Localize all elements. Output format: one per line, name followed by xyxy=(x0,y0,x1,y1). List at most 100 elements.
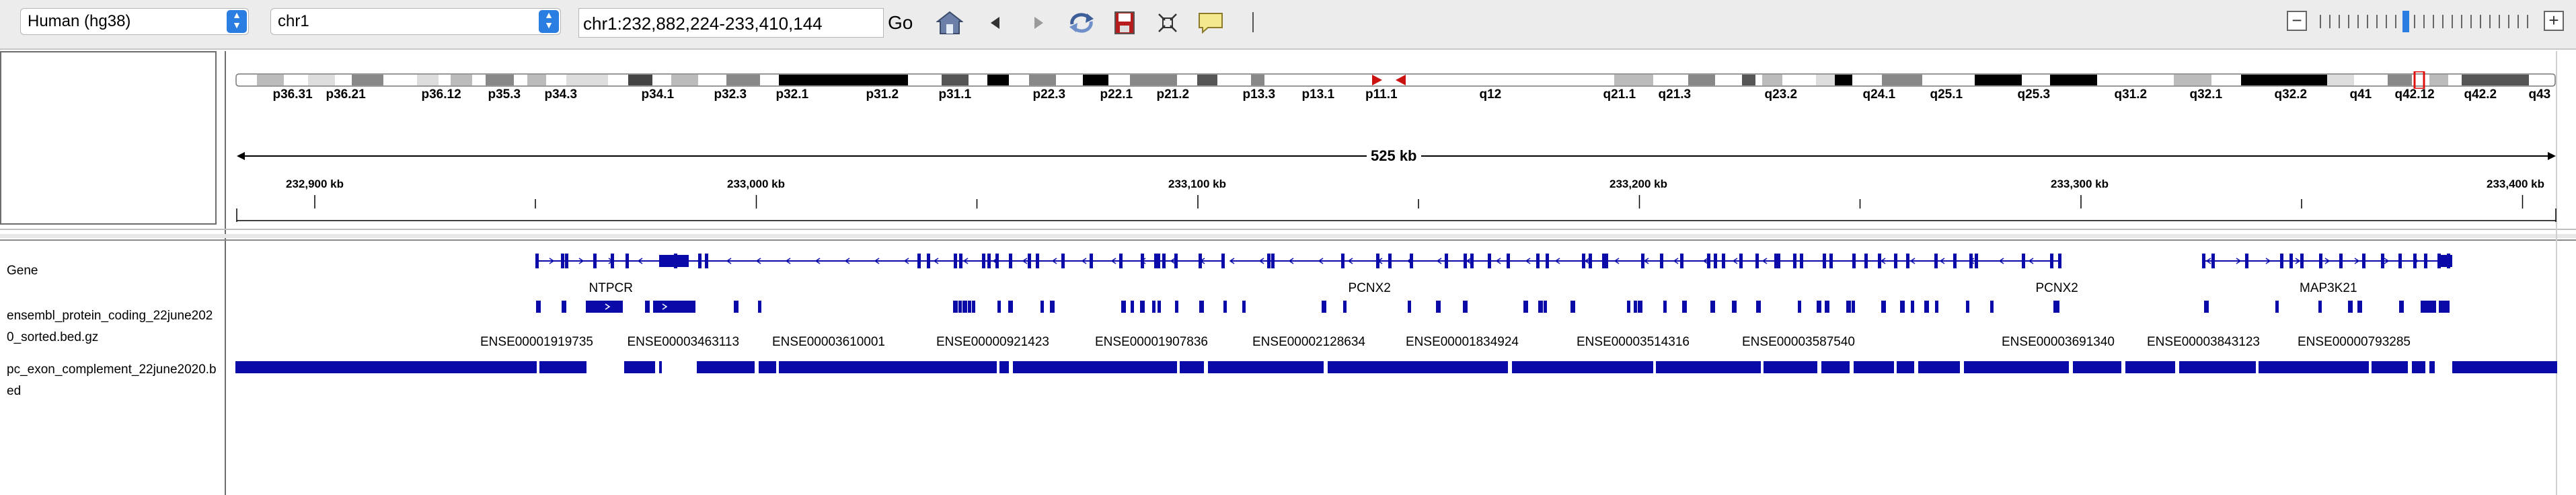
ensembl-exon[interactable] xyxy=(1463,301,1468,313)
gene-exon[interactable] xyxy=(1464,254,1467,268)
complement-segment[interactable] xyxy=(2125,361,2175,373)
ensembl-exon[interactable] xyxy=(2348,301,2353,313)
ensembl-exon-wide[interactable] xyxy=(655,301,695,313)
gene-exon[interactable] xyxy=(1141,254,1144,268)
complement-segment[interactable] xyxy=(1897,361,1914,373)
gene-exon[interactable] xyxy=(2381,254,2384,268)
home-icon[interactable] xyxy=(935,9,964,36)
gene-exon[interactable] xyxy=(1445,254,1448,268)
complement-segment[interactable] xyxy=(2073,361,2121,373)
complement-segment[interactable] xyxy=(759,361,776,373)
zoom-out-button[interactable]: − xyxy=(2287,11,2307,31)
locus-input[interactable]: chr1:232,882,224-233,410,144 xyxy=(578,8,884,38)
complement-segment[interactable] xyxy=(2452,361,2557,373)
gene-exon[interactable] xyxy=(1829,254,1833,268)
gene-exon[interactable] xyxy=(1546,254,1549,268)
ensembl-exon[interactable] xyxy=(1008,301,1013,313)
gene-exon[interactable] xyxy=(1953,254,1957,268)
gene-exon[interactable] xyxy=(1589,254,1592,268)
ensembl-exon[interactable] xyxy=(2318,301,2322,313)
gene-exon[interactable] xyxy=(987,254,991,268)
ensembl-exon[interactable] xyxy=(1223,301,1227,313)
gene-exon[interactable] xyxy=(565,254,568,268)
complement-segment[interactable] xyxy=(235,361,537,373)
ensembl-exon[interactable] xyxy=(1121,301,1126,313)
ensembl-exon[interactable] xyxy=(1634,301,1637,313)
ensembl-exon[interactable] xyxy=(1881,301,1886,313)
complement-segment[interactable] xyxy=(1512,361,1653,373)
gene-exon[interactable] xyxy=(1823,254,1826,268)
gene-exon[interactable] xyxy=(1852,254,1856,268)
gene-exon[interactable] xyxy=(705,254,708,268)
complement-segment[interactable] xyxy=(2372,361,2408,373)
gene-exon[interactable] xyxy=(1969,254,1973,268)
zoom-widget[interactable]: − + xyxy=(2287,9,2569,36)
chromosome-dropdown-arrow-icon[interactable]: ▲ ▼ xyxy=(539,10,559,33)
ensembl-exon[interactable] xyxy=(1846,301,1851,313)
gene-exon[interactable] xyxy=(1641,254,1644,268)
gene-exon[interactable] xyxy=(917,254,921,268)
gene-exon[interactable] xyxy=(1707,254,1710,268)
gene-exon[interactable] xyxy=(1157,254,1160,268)
ensembl-exon[interactable] xyxy=(2275,301,2279,313)
save-svg-icon[interactable] xyxy=(1110,9,1139,36)
ensembl-exon[interactable] xyxy=(536,301,541,313)
ensembl-exon[interactable] xyxy=(1131,301,1134,313)
complement-segment[interactable] xyxy=(999,361,1009,373)
data-panel-top-divider[interactable] xyxy=(0,239,2576,241)
gene-exon[interactable] xyxy=(698,254,702,268)
gene-exon[interactable] xyxy=(1934,254,1938,268)
gene-exon[interactable] xyxy=(1174,254,1178,268)
ensembl-exon[interactable] xyxy=(1199,301,1204,313)
gene-exon[interactable] xyxy=(1793,254,1796,268)
gene-exon[interactable] xyxy=(2058,254,2061,268)
ensembl-exon[interactable] xyxy=(1322,301,1326,313)
complement-segment[interactable] xyxy=(624,361,655,373)
ensembl-exon[interactable] xyxy=(1966,301,1969,313)
ensembl-exon[interactable] xyxy=(972,301,975,313)
gene-exon[interactable] xyxy=(2300,254,2304,268)
complement-segment[interactable] xyxy=(539,361,586,373)
ensembl-exon[interactable] xyxy=(1732,301,1737,313)
gene-exon[interactable] xyxy=(1009,254,1012,268)
gene-exon[interactable] xyxy=(1388,254,1392,268)
gene-exon[interactable] xyxy=(1722,254,1725,268)
complement-segment[interactable] xyxy=(1964,361,2069,373)
ensembl-exon[interactable] xyxy=(1682,301,1687,313)
ensembl-exon[interactable] xyxy=(1638,301,1642,313)
ensembl-exon[interactable] xyxy=(962,301,967,313)
ensembl-exon-wide[interactable] xyxy=(2424,301,2435,313)
gene-exon[interactable] xyxy=(2050,254,2053,268)
gene-exon[interactable] xyxy=(2319,254,2322,268)
gene-exon[interactable] xyxy=(2413,254,2417,268)
panel-splitter[interactable] xyxy=(0,234,2576,238)
gene-exon[interactable] xyxy=(954,254,957,268)
ensembl-exon[interactable] xyxy=(958,301,962,313)
complement-segment[interactable] xyxy=(2259,361,2369,373)
ensembl-exon[interactable] xyxy=(1710,301,1715,313)
track-name-complement[interactable]: pc_exon_complement_22june2020.bed xyxy=(7,359,222,402)
gene-exon[interactable] xyxy=(1028,254,1031,268)
gene-exon[interactable] xyxy=(1036,254,1039,268)
complement-segment[interactable] xyxy=(1013,361,1177,373)
gene-exon[interactable] xyxy=(1162,254,1166,268)
ensembl-exon[interactable] xyxy=(1570,301,1575,313)
gene-exon[interactable] xyxy=(1376,254,1379,268)
ensembl-exon[interactable] xyxy=(1911,301,1914,313)
gene-exon[interactable] xyxy=(1090,254,1093,268)
gene-exon[interactable] xyxy=(593,254,597,268)
complement-segment[interactable] xyxy=(697,361,755,373)
gene-exon[interactable] xyxy=(1739,254,1743,268)
gene-exon[interactable] xyxy=(626,254,629,268)
ensembl-exon[interactable] xyxy=(1924,301,1929,313)
gene-exon[interactable] xyxy=(2398,254,2402,268)
gene-exon[interactable] xyxy=(2022,254,2025,268)
ensembl-exon[interactable] xyxy=(734,301,738,313)
ensembl-exon[interactable] xyxy=(562,301,566,313)
complement-segment[interactable] xyxy=(1918,361,1960,373)
ensembl-exon[interactable] xyxy=(1663,301,1667,313)
ensembl-exon[interactable] xyxy=(1050,301,1055,313)
gene-exon[interactable] xyxy=(1507,254,1510,268)
gene-exon[interactable] xyxy=(1660,254,1663,268)
gene-exon[interactable] xyxy=(2202,254,2205,268)
